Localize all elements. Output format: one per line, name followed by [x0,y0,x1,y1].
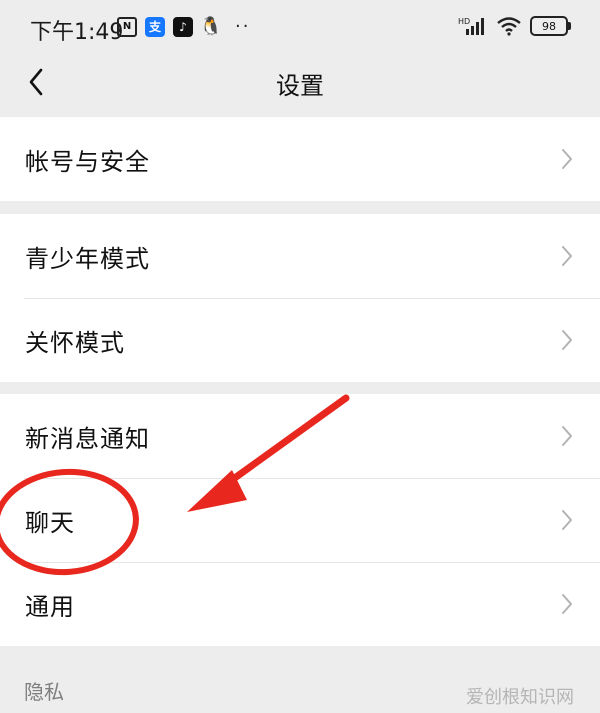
chevron-right-icon [562,149,572,169]
settings-item-label: 青少年模式 [25,244,150,273]
settings-item-care-mode[interactable]: 关怀模式 [0,298,600,382]
nav-bar: 设置 [0,56,600,108]
chevron-right-icon [562,594,572,614]
settings-group-general: 新消息通知 聊天 通用 [0,394,600,646]
signal-icon: HD [458,17,484,35]
settings-item-account-security[interactable]: 帐号与安全 [0,117,600,201]
qq-icon: 🐧 [199,16,223,37]
notification-icons: N 支 ♪ 🐧 ·· [117,16,250,37]
settings-item-youth-mode[interactable]: 青少年模式 [0,214,600,298]
settings-item-label: 关怀模式 [25,328,125,357]
tiktok-icon: ♪ [173,16,193,37]
chevron-right-icon [562,510,572,530]
settings-item-new-message-notifications[interactable]: 新消息通知 [0,394,600,478]
settings-item-label: 帐号与安全 [25,147,150,176]
settings-item-chat[interactable]: 聊天 [0,478,600,562]
settings-item-label: 聊天 [25,508,75,537]
settings-item-general[interactable]: 通用 [0,562,600,646]
alipay-icon: 支 [145,16,165,37]
page-title: 设置 [276,72,324,100]
status-bar: 下午1:49 N 支 ♪ 🐧 ·· HD 98 [0,0,600,56]
settings-item-label: 通用 [25,592,75,621]
settings-item-label: 新消息通知 [25,424,150,453]
nfc-icon: N [117,16,137,37]
more-notifications-icon: ·· [235,16,251,37]
system-icons: HD 98 [458,16,571,36]
chevron-right-icon [562,330,572,350]
section-label-privacy: 隐私 [24,680,64,704]
battery-indicator: 98 [530,16,571,36]
chevron-right-icon [562,246,572,266]
network-type-label: HD [458,17,470,26]
wifi-icon [497,17,521,36]
chevron-right-icon [562,426,572,446]
settings-group-modes: 青少年模式 关怀模式 [0,214,600,382]
status-time: 下午1:49 [30,20,124,45]
watermark: 爱创根知识网 [466,687,574,708]
settings-group-account: 帐号与安全 [0,117,600,201]
